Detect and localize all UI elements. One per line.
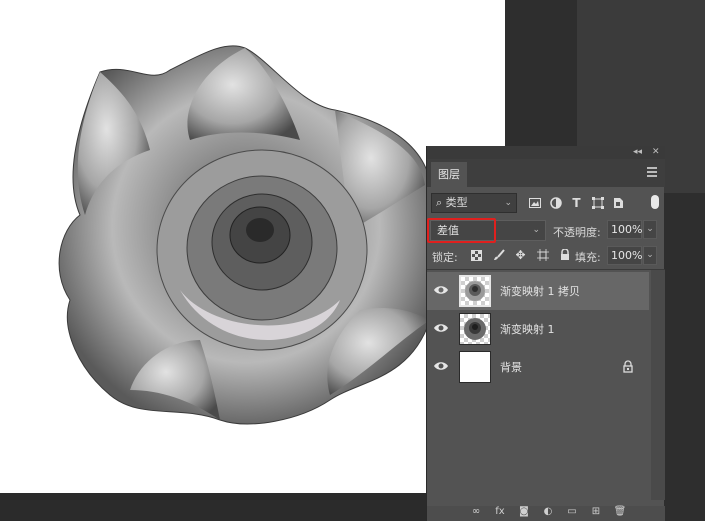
layer-name[interactable]: 背景 — [500, 359, 522, 375]
eye-icon[interactable] — [433, 360, 449, 372]
new-group-icon[interactable]: ▭ — [565, 506, 579, 518]
layer-filter-row: ⌕ 类型 ⌄ T — [427, 190, 665, 216]
layer-thumbnail[interactable] — [459, 313, 491, 345]
highlight-box — [427, 218, 496, 243]
new-adjustment-icon[interactable]: ◐ — [541, 506, 555, 518]
tab-layers[interactable]: 图层 — [431, 162, 467, 187]
filter-type-value: 类型 — [445, 196, 468, 209]
filter-type-select[interactable]: ⌕ 类型 ⌄ — [431, 193, 517, 213]
layer-style-icon[interactable]: fx — [493, 506, 507, 518]
search-icon: ⌕ — [436, 196, 443, 209]
panel-tab-row: 图层 — [427, 159, 665, 187]
new-layer-icon[interactable]: ⊞ — [589, 506, 603, 518]
fill-input[interactable]: 100% — [607, 246, 642, 265]
chevron-down-icon: ⌄ — [532, 225, 540, 235]
move-icon[interactable]: ✥ — [513, 247, 528, 263]
layer-row[interactable]: 渐变映射 1 — [427, 310, 649, 348]
add-mask-icon[interactable]: ◙ — [517, 506, 531, 518]
divider — [427, 269, 665, 270]
adjustment-icon[interactable] — [548, 195, 563, 210]
brush-icon[interactable] — [491, 247, 506, 263]
eye-icon[interactable] — [433, 284, 449, 296]
layer-name[interactable]: 渐变映射 1 — [500, 321, 555, 337]
delete-layer-icon[interactable]: 🗑 — [613, 506, 627, 518]
layer-thumbnail[interactable] — [459, 351, 491, 383]
opacity-dropdown-icon[interactable]: ⌄ — [643, 220, 657, 239]
shape-icon[interactable] — [590, 195, 605, 210]
blend-mode-row: 差值 ⌄ 不透明度: 100% ⌄ — [427, 218, 665, 243]
collapse-icon[interactable]: ◂◂ — [633, 147, 642, 158]
layer-thumbnail[interactable] — [459, 275, 491, 307]
opacity-label: 不透明度: — [553, 226, 601, 239]
layers-panel: ◂◂ ✕ 图层 ⌕ 类型 ⌄ T 差值 ⌄ 不透明度: 100% ⌄ 锁定: ✥… — [426, 146, 665, 521]
lock-label: 锁定: — [432, 251, 458, 264]
layers-footer: ∞ fx ◙ ◐ ▭ ⊞ 🗑 — [427, 506, 665, 521]
artboard-icon[interactable] — [535, 247, 550, 263]
lock-all-icon[interactable] — [557, 247, 572, 263]
panel-menu-icon[interactable] — [647, 167, 657, 177]
fill-dropdown-icon[interactable]: ⌄ — [643, 246, 657, 265]
lock-transparent-icon[interactable] — [469, 247, 484, 263]
image-icon[interactable] — [527, 195, 542, 210]
lock-icon — [623, 360, 633, 373]
link-layers-icon[interactable]: ∞ — [469, 506, 483, 518]
close-icon[interactable]: ✕ — [652, 147, 660, 158]
chevron-down-icon: ⌄ — [504, 198, 512, 208]
fill-label: 填充: — [575, 251, 601, 264]
layer-row[interactable]: 渐变映射 1 拷贝 — [427, 272, 649, 310]
panel-title-bar[interactable]: ◂◂ ✕ — [427, 146, 665, 159]
layer-row[interactable]: 背景 — [427, 348, 649, 386]
filter-toggle[interactable] — [651, 195, 659, 209]
opacity-input[interactable]: 100% — [607, 220, 642, 239]
smart-object-icon[interactable] — [611, 195, 626, 210]
lock-row: 锁定: ✥ 填充: 100% ⌄ — [427, 245, 665, 267]
status-bar — [0, 493, 430, 521]
layers-scrollbar[interactable] — [651, 270, 665, 500]
layer-name[interactable]: 渐变映射 1 拷贝 — [500, 283, 580, 299]
text-icon[interactable]: T — [569, 195, 584, 210]
eye-icon[interactable] — [433, 322, 449, 334]
